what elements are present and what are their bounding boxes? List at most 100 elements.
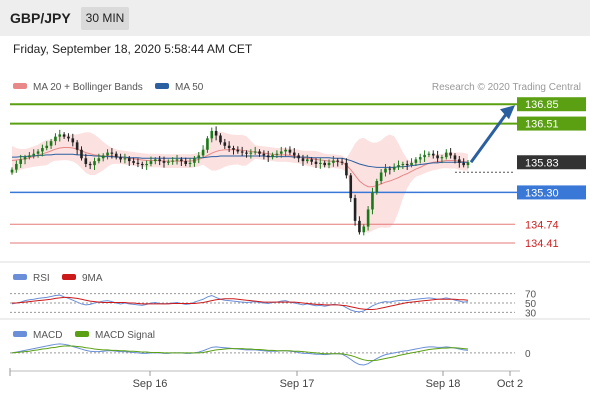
candle-body <box>10 169 14 173</box>
candle-body <box>214 130 218 136</box>
macd-signal-legend-label: MACD Signal <box>95 330 155 341</box>
price-chart: MA 20 + Bollinger Bands MA 50 Research ©… <box>0 82 590 390</box>
candle-body <box>88 163 92 166</box>
candle-body <box>288 149 292 153</box>
candle-body <box>197 155 201 159</box>
macd-legend-swatch <box>13 331 27 337</box>
candle-body <box>62 134 66 137</box>
rsi-ma-legend-label: 9MA <box>82 273 103 284</box>
candle-body <box>423 154 426 158</box>
candle-body <box>271 154 274 158</box>
copyright-label: Research © 2020 Trading Central <box>432 82 581 93</box>
candle-body <box>110 152 114 154</box>
candle-body <box>232 148 235 150</box>
candle-body <box>401 163 405 166</box>
candle-body <box>119 157 122 160</box>
ma20-legend-label: MA 20 + Bollinger Bands <box>33 82 143 93</box>
x-tick-label: Sep 17 <box>280 378 315 390</box>
candle-body <box>353 198 357 221</box>
candle-body <box>154 159 157 162</box>
candle-body <box>114 153 118 158</box>
candle-body <box>306 159 309 162</box>
candle-body <box>28 155 31 158</box>
candle-body <box>145 163 148 166</box>
x-tick-label: Oct 2 <box>497 378 523 390</box>
candle-body <box>414 159 418 163</box>
candle-body <box>436 155 439 159</box>
candle-body <box>54 136 57 142</box>
candle-body <box>375 181 379 193</box>
candle-body <box>397 165 400 167</box>
candle-body <box>301 158 305 162</box>
candle-body <box>340 161 344 163</box>
candle-body <box>253 151 257 153</box>
candle-body <box>101 155 105 159</box>
candle-body <box>266 155 270 158</box>
candle-body <box>358 220 361 233</box>
rsi-legend-label: RSI <box>33 273 50 284</box>
candle-body <box>140 163 144 166</box>
candle-body <box>327 162 331 166</box>
forecast-arrow-shaft <box>469 113 508 164</box>
candle-body <box>245 152 248 154</box>
x-tick-label: Sep 18 <box>426 378 461 390</box>
macd-signal-legend-swatch <box>75 331 89 337</box>
candle-body <box>275 153 279 155</box>
candle-body <box>97 158 101 162</box>
candle-body <box>171 160 174 162</box>
candle-body <box>58 134 62 137</box>
ma50-legend-label: MA 50 <box>175 82 204 93</box>
candle-body <box>431 153 435 156</box>
rsi-panel: 705030 <box>10 290 537 319</box>
candle-body <box>158 159 161 162</box>
candle-body <box>149 161 153 164</box>
candle-body <box>362 226 366 233</box>
current-price-label: 135.83 <box>525 157 559 169</box>
candle-body <box>310 159 313 162</box>
candle-body <box>240 151 244 153</box>
candle-body <box>84 158 88 164</box>
candle-body <box>319 162 322 164</box>
macd-legend-label: MACD <box>33 330 62 341</box>
candle-body <box>379 172 383 182</box>
candle-body <box>405 163 409 166</box>
candle-body <box>284 149 287 152</box>
candle-body <box>323 162 326 166</box>
candle-body <box>106 152 109 156</box>
candle-body <box>167 161 170 163</box>
candle-body <box>184 161 188 164</box>
candle-body <box>427 153 431 155</box>
candle-body <box>297 155 300 159</box>
candle-body <box>49 141 53 146</box>
rsi-ma-legend-swatch <box>62 274 76 280</box>
candle-body <box>388 168 392 170</box>
candle-body <box>223 142 227 146</box>
ma50-legend-swatch <box>155 83 169 89</box>
resistance-price-label: 136.85 <box>525 99 559 111</box>
minor-support-label: 134.41 <box>525 238 559 250</box>
candle-body <box>366 209 370 227</box>
candle-body <box>440 157 444 159</box>
candle-body <box>132 161 135 163</box>
candle-body <box>345 162 348 176</box>
candle-body <box>449 152 452 156</box>
candle-body <box>175 159 179 161</box>
candle-body <box>210 130 214 139</box>
candle-body <box>410 162 413 166</box>
candle-body <box>67 136 70 139</box>
candle-body <box>292 152 296 156</box>
candle-body <box>71 138 75 143</box>
candle-body <box>15 163 18 170</box>
candle-body <box>249 152 253 154</box>
candle-body <box>258 151 261 154</box>
bollinger-band-area <box>12 131 468 233</box>
candle-body <box>180 159 183 162</box>
forecast-arrow <box>469 105 515 164</box>
rsi-level-label: 30 <box>525 308 537 319</box>
candle-body <box>227 145 231 149</box>
candle-body <box>219 135 222 143</box>
candle-body <box>32 153 36 156</box>
candle-body <box>80 149 83 159</box>
support-price-label: 135.30 <box>525 187 559 199</box>
candle-body <box>236 149 240 152</box>
